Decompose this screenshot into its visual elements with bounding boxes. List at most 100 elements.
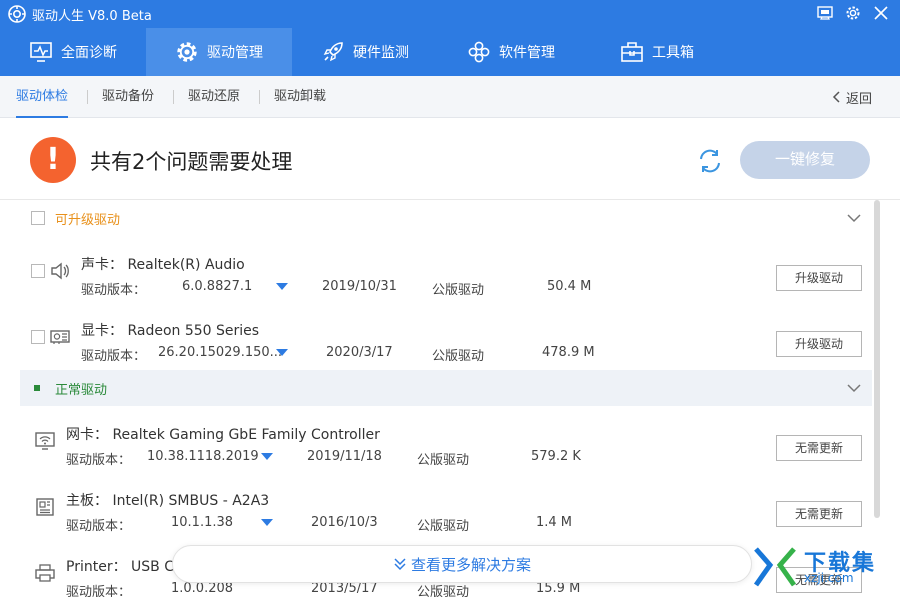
driver-category: 主板： bbox=[66, 493, 108, 509]
tab-toolbox-label: 工具箱 bbox=[652, 45, 694, 61]
driver-size: 15.9 M bbox=[536, 581, 581, 596]
alert-icon: ! bbox=[30, 137, 76, 183]
tab-driver-manage[interactable]: 驱动管理 bbox=[146, 28, 292, 76]
upgrade-driver-button[interactable]: 升级驱动 bbox=[776, 331, 862, 357]
tab-toolbox[interactable]: 工具箱 bbox=[584, 28, 730, 76]
app-title: 驱动人生 V8.0 Beta bbox=[32, 8, 152, 24]
close-icon[interactable] bbox=[872, 4, 890, 22]
driver-date: 2020/3/17 bbox=[326, 345, 393, 360]
driver-list: 可升级驱动 声卡： Realtek(R) Audio 驱动版本： 6.0.882… bbox=[20, 200, 872, 597]
monitor-icon bbox=[29, 40, 53, 64]
driver-row: 声卡： Realtek(R) Audio 驱动版本： 6.0.8827.1 20… bbox=[20, 248, 872, 314]
no-update-button[interactable]: 无需更新 bbox=[776, 501, 862, 527]
driver-category: 显卡： bbox=[81, 323, 123, 339]
graphics-card-icon bbox=[49, 327, 71, 347]
tab-hardware-monitor-label: 硬件监测 bbox=[353, 45, 409, 61]
network-icon bbox=[34, 431, 56, 451]
divider bbox=[173, 90, 174, 104]
section-normal[interactable]: 正常驱动 bbox=[20, 370, 872, 406]
driver-name: Intel(R) SMBUS - A2A3 bbox=[112, 493, 270, 509]
message-icon[interactable] bbox=[816, 4, 834, 22]
tab-hardware-monitor[interactable]: 硬件监测 bbox=[292, 28, 438, 76]
flower-icon bbox=[467, 40, 491, 64]
driver-date: 2013/5/17 bbox=[311, 581, 378, 596]
section-upgradable[interactable]: 可升级驱动 bbox=[20, 200, 872, 236]
driver-title: 网卡： Realtek Gaming GbE Family Controller bbox=[66, 424, 380, 444]
driver-version: 26.20.15029.150... bbox=[158, 345, 283, 360]
chevron-down-icon[interactable] bbox=[846, 380, 862, 396]
driver-title: 声卡： Realtek(R) Audio bbox=[81, 254, 245, 274]
double-chevron-down-icon bbox=[394, 558, 406, 571]
version-label: 驱动版本： bbox=[81, 283, 147, 298]
app-logo-icon bbox=[8, 5, 26, 23]
upgrade-driver-button[interactable]: 升级驱动 bbox=[776, 265, 862, 291]
driver-size: 579.2 K bbox=[531, 449, 581, 464]
speaker-icon bbox=[49, 261, 71, 281]
subtab-driver-backup[interactable]: 驱动备份 bbox=[102, 76, 154, 118]
chevron-left-icon bbox=[832, 91, 840, 103]
driver-title: 主板： Intel(R) SMBUS - A2A3 bbox=[66, 490, 269, 510]
tab-driver-manage-label: 驱动管理 bbox=[207, 45, 263, 61]
driver-type: 公版驱动 bbox=[417, 453, 470, 468]
section-label: 可升级驱动 bbox=[55, 212, 121, 228]
driver-size: 1.4 M bbox=[536, 515, 573, 530]
version-label: 驱动版本： bbox=[66, 519, 132, 534]
driver-category: Printer： bbox=[66, 559, 127, 575]
driver-type: 公版驱动 bbox=[432, 349, 485, 364]
driver-date: 2019/10/31 bbox=[322, 279, 397, 294]
driver-size: 478.9 M bbox=[542, 345, 595, 360]
tab-diagnose[interactable]: 全面诊断 bbox=[0, 28, 146, 76]
driver-type: 公版驱动 bbox=[417, 519, 470, 534]
tab-diagnose-label: 全面诊断 bbox=[61, 45, 117, 61]
refresh-icon[interactable] bbox=[696, 147, 724, 175]
driver-type: 公版驱动 bbox=[417, 585, 470, 597]
sub-nav: 驱动体检 驱动备份 驱动还原 驱动卸载 返回 bbox=[0, 76, 900, 118]
driver-version: 10.1.1.38 bbox=[171, 515, 234, 530]
version-dropdown[interactable] bbox=[261, 453, 273, 460]
driver-category: 网卡： bbox=[66, 427, 108, 443]
driver-title: 显卡： Radeon 550 Series bbox=[81, 320, 259, 340]
version-label: 驱动版本： bbox=[66, 453, 132, 468]
watermark-logo-icon bbox=[753, 547, 797, 587]
more-label: 查看更多解决方案 bbox=[410, 555, 531, 574]
version-label: 驱动版本： bbox=[81, 349, 147, 364]
subtab-driver-checkup[interactable]: 驱动体检 bbox=[16, 76, 69, 118]
watermark: 下载集 xzji.com bbox=[752, 545, 892, 591]
divider bbox=[87, 90, 88, 104]
subtab-driver-restore[interactable]: 驱动还原 bbox=[188, 76, 240, 118]
tab-software-manage[interactable]: 软件管理 bbox=[438, 28, 584, 76]
view-more-solutions-button[interactable]: 查看更多解决方案 bbox=[172, 545, 752, 583]
back-button[interactable]: 返回 bbox=[832, 76, 872, 118]
driver-date: 2016/10/3 bbox=[311, 515, 378, 530]
driver-row: 网卡： Realtek Gaming GbE Family Controller… bbox=[20, 418, 872, 484]
tab-software-manage-label: 软件管理 bbox=[499, 45, 555, 61]
section-checkbox[interactable] bbox=[31, 211, 45, 225]
row-checkbox[interactable] bbox=[31, 330, 45, 344]
driver-size: 50.4 M bbox=[547, 279, 592, 294]
driver-type: 公版驱动 bbox=[432, 283, 485, 298]
printer-icon bbox=[34, 563, 56, 583]
watermark-sub: xzji.com bbox=[804, 571, 854, 585]
summary-title: 共有2个问题需要处理 bbox=[90, 150, 293, 174]
version-dropdown[interactable] bbox=[276, 349, 288, 356]
title-bar: 驱动人生 V8.0 Beta bbox=[0, 0, 900, 28]
main-nav: 全面诊断 驱动管理 硬件监测 软件管理 工具箱 bbox=[0, 28, 900, 76]
row-checkbox[interactable] bbox=[31, 264, 45, 278]
gear-icon[interactable] bbox=[844, 4, 862, 22]
divider bbox=[259, 90, 260, 104]
driver-name: Realtek Gaming GbE Family Controller bbox=[112, 427, 380, 443]
gear-icon bbox=[175, 40, 199, 64]
driver-version: 1.0.0.208 bbox=[171, 581, 234, 596]
chevron-down-icon[interactable] bbox=[846, 210, 862, 226]
version-dropdown[interactable] bbox=[276, 283, 288, 290]
subtab-driver-uninstall[interactable]: 驱动卸载 bbox=[274, 76, 326, 118]
driver-row: 主板： Intel(R) SMBUS - A2A3 驱动版本： 10.1.1.3… bbox=[20, 484, 872, 550]
version-dropdown[interactable] bbox=[261, 519, 273, 526]
scrollbar[interactable] bbox=[874, 200, 880, 518]
driver-category: 声卡： bbox=[81, 257, 123, 273]
one-click-fix-button[interactable]: 一键修复 bbox=[740, 141, 870, 179]
section-label: 正常驱动 bbox=[55, 382, 108, 398]
no-update-button[interactable]: 无需更新 bbox=[776, 435, 862, 461]
rocket-icon bbox=[321, 40, 345, 64]
toolbox-icon bbox=[620, 40, 644, 64]
